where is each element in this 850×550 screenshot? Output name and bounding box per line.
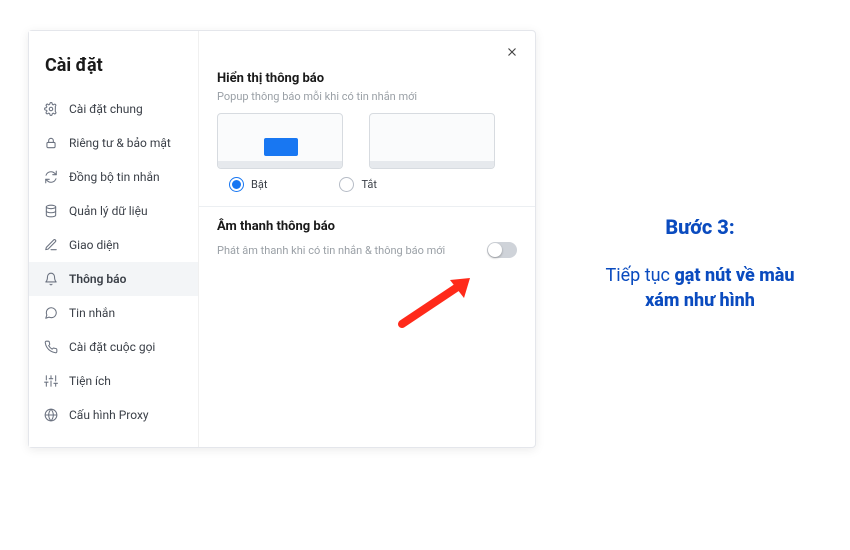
sidebar-item-general[interactable]: Cài đặt chung [29, 92, 198, 126]
bell-icon [43, 271, 59, 287]
sidebar-item-data[interactable]: Quản lý dữ liệu [29, 194, 198, 228]
instruction-text: Tiếp tục gạt nút về màu xám như hình [570, 263, 830, 313]
lock-icon [43, 135, 59, 151]
sound-title: Âm thanh thông báo [217, 219, 517, 234]
sidebar-title: Cài đặt [29, 41, 198, 92]
sidebar-item-label: Cài đặt chung [69, 102, 143, 116]
sidebar-item-label: Quản lý dữ liệu [69, 204, 148, 218]
sidebar-item-notifications[interactable]: Thông báo [29, 262, 198, 296]
sidebar-item-privacy[interactable]: Riêng tư & bảo mật [29, 126, 198, 160]
toggle-knob-icon [488, 243, 502, 257]
content-pane: Hiển thị thông báo Popup thông báo mỗi k… [199, 31, 535, 447]
radio-off-label: Tắt [361, 178, 377, 191]
sidebar: Cài đặt Cài đặt chung Riêng tư & bảo mật… [29, 31, 199, 447]
globe-icon [43, 407, 59, 423]
sliders-icon [43, 373, 59, 389]
radio-dot-icon [229, 177, 244, 192]
notif-option-row [217, 113, 517, 169]
gear-icon [43, 101, 59, 117]
radio-on[interactable]: Bật [229, 177, 267, 192]
sidebar-item-calls[interactable]: Cài đặt cuộc gọi [29, 330, 198, 364]
database-icon [43, 203, 59, 219]
sidebar-item-theme[interactable]: Giao diện [29, 228, 198, 262]
settings-dialog: Cài đặt Cài đặt chung Riêng tư & bảo mật… [28, 30, 536, 448]
sound-desc: Phát âm thanh khi có tin nhắn & thông bá… [217, 244, 445, 257]
notif-radio-row: Bật Tắt [229, 177, 517, 192]
sidebar-item-label: Tiện ích [69, 374, 111, 388]
show-notif-title: Hiển thị thông báo [217, 71, 517, 86]
sync-icon [43, 169, 59, 185]
close-icon [505, 45, 519, 59]
sound-toggle[interactable] [487, 242, 517, 258]
sidebar-item-label: Giao diện [69, 238, 119, 252]
sidebar-item-label: Riêng tư & bảo mật [69, 136, 171, 150]
edit-icon [43, 237, 59, 253]
show-notif-desc: Popup thông báo mỗi khi có tin nhắn mới [217, 90, 517, 103]
chat-icon [43, 305, 59, 321]
sidebar-item-label: Tin nhắn [69, 306, 115, 320]
phone-icon [43, 339, 59, 355]
sidebar-item-label: Đồng bộ tin nhắn [69, 170, 160, 184]
instruction-step: Bước 3: [570, 215, 830, 239]
radio-dot-icon [339, 177, 354, 192]
notif-option-off-card[interactable] [369, 113, 495, 169]
sidebar-item-proxy[interactable]: Cấu hình Proxy [29, 398, 198, 432]
notif-option-on-card[interactable] [217, 113, 343, 169]
sidebar-item-label: Cấu hình Proxy [69, 408, 149, 422]
sound-row: Phát âm thanh khi có tin nhắn & thông bá… [217, 242, 517, 258]
radio-on-label: Bật [251, 178, 267, 191]
divider [199, 206, 535, 207]
sidebar-item-utilities[interactable]: Tiện ích [29, 364, 198, 398]
close-button[interactable] [499, 39, 525, 65]
instruction: Bước 3: Tiếp tục gạt nút về màu xám như … [570, 215, 830, 313]
radio-off[interactable]: Tắt [339, 177, 377, 192]
canvas: Cài đặt Cài đặt chung Riêng tư & bảo mật… [0, 0, 850, 550]
sidebar-item-messages[interactable]: Tin nhắn [29, 296, 198, 330]
sidebar-item-label: Cài đặt cuộc gọi [69, 340, 155, 354]
sidebar-item-sync[interactable]: Đồng bộ tin nhắn [29, 160, 198, 194]
sidebar-item-label: Thông báo [69, 272, 126, 286]
